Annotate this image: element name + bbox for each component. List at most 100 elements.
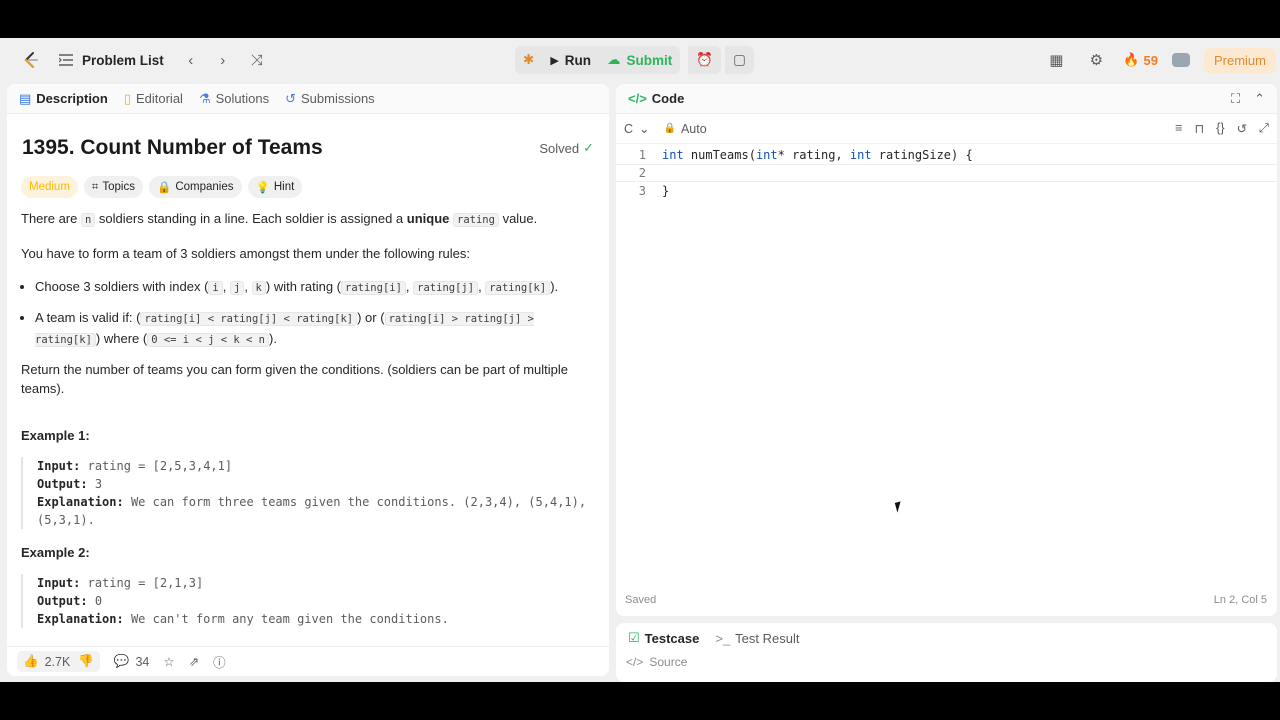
layout-icon[interactable]: ▦ bbox=[1043, 47, 1069, 73]
premium-button[interactable]: Premium bbox=[1203, 47, 1276, 73]
testcase-panel: ☑ Testcase >_ Test Result </> Source bbox=[616, 623, 1277, 682]
explanation-label: Explanation: bbox=[37, 612, 124, 626]
tab-submissions[interactable]: ↺ Submissions bbox=[285, 91, 375, 107]
text: ) or ( bbox=[357, 310, 385, 325]
collapse-icon[interactable]: ⌃ bbox=[1254, 91, 1265, 107]
line-number: 3 bbox=[638, 184, 646, 198]
inline-code: k bbox=[251, 281, 266, 295]
problem-description: There are n soldiers standing in a line.… bbox=[21, 209, 591, 642]
tab-testcase-label: Testcase bbox=[644, 630, 700, 646]
tab-code[interactable]: </> Code bbox=[628, 91, 684, 106]
shuffle-icon[interactable]: ⤨ bbox=[244, 47, 270, 73]
code-tabs: </> Code ⛶ ⌃ bbox=[616, 84, 1277, 114]
favorite-button[interactable]: ☆ bbox=[163, 654, 174, 669]
play-icon: ▶ bbox=[550, 54, 559, 67]
inline-code: rating[j] bbox=[413, 281, 479, 295]
share-button[interactable]: ⇗ bbox=[189, 654, 199, 669]
thumbs-up-icon: 👍 bbox=[23, 654, 39, 668]
bug-icon: ✱ bbox=[523, 52, 535, 67]
avatar[interactable] bbox=[1171, 53, 1190, 67]
debug-button[interactable]: ✱ bbox=[515, 46, 543, 74]
example-2-title: Example 2: bbox=[21, 545, 90, 560]
topics-tag[interactable]: ⌗ Topics bbox=[83, 176, 143, 198]
submit-button[interactable]: ☁ Submit bbox=[599, 46, 681, 74]
dislike-button[interactable]: 👎 bbox=[78, 654, 94, 669]
code-panel-controls: ⛶ ⌃ bbox=[1231, 91, 1265, 107]
leetcode-logo-icon[interactable] bbox=[18, 47, 44, 73]
editor-toolbar-left: C ⌄ 🔒 Auto bbox=[624, 121, 707, 137]
fullscreen-icon[interactable]: ⤢ bbox=[1259, 121, 1269, 136]
tab-editorial[interactable]: ▯ Editorial bbox=[124, 91, 183, 107]
inline-code: i bbox=[208, 281, 223, 295]
example-explanation: We can't form any team given the conditi… bbox=[130, 612, 449, 626]
streak-counter[interactable]: 🔥 59 bbox=[1123, 52, 1158, 68]
maximize-icon[interactable]: ⛶ bbox=[1231, 91, 1240, 107]
checkbox-icon: ☑ bbox=[628, 630, 640, 645]
app-window: Problem List ‹ › ⤨ ✱ ▶ Run ☁ Submit ⏰ ▢ … bbox=[0, 38, 1280, 682]
description-bottom-bar: 👍 2.7K 👎 💬 34 ☆ ⇗ ⓘ bbox=[7, 646, 609, 676]
help-button[interactable]: ⓘ bbox=[213, 652, 226, 671]
run-button[interactable]: ▶ Run bbox=[542, 46, 600, 74]
language-select[interactable]: C ⌄ bbox=[624, 121, 650, 137]
terminal-icon: >_ bbox=[715, 630, 731, 646]
share-icon: ⇗ bbox=[188, 655, 200, 669]
code-line: 2 bbox=[616, 164, 1277, 182]
gear-icon[interactable]: ⚙ bbox=[1083, 47, 1109, 73]
line-number: 1 bbox=[638, 148, 646, 162]
problem-list-button[interactable]: Problem List bbox=[58, 47, 164, 73]
problem-title[interactable]: 1395. Count Number of Teams bbox=[22, 136, 323, 160]
code-text: } bbox=[662, 184, 670, 198]
list-icon bbox=[58, 47, 74, 73]
like-dislike-group: 👍 2.7K 👎 bbox=[17, 651, 100, 672]
reset-icon[interactable]: ↺ bbox=[1237, 121, 1247, 136]
list-item: A team is valid if: (rating[i] < rating[… bbox=[35, 308, 591, 350]
note-icon: ▢ bbox=[733, 52, 746, 67]
braces-icon[interactable]: {} bbox=[1216, 121, 1224, 136]
run-submit-group: ✱ ▶ Run ☁ Submit ⏰ ▢ bbox=[515, 46, 754, 74]
companies-tag[interactable]: 🔒 Companies bbox=[149, 176, 242, 198]
bookmark-icon[interactable]: ⊓ bbox=[1194, 121, 1204, 136]
output-label: Output: bbox=[37, 477, 88, 491]
auto-mode[interactable]: 🔒 Auto bbox=[664, 122, 707, 136]
code-line: 1 int numTeams(int* rating, int ratingSi… bbox=[616, 146, 1277, 164]
code-text: int numTeams(int* rating, int ratingSize… bbox=[662, 148, 973, 162]
run-label: Run bbox=[564, 52, 592, 68]
description-paragraph-3: Return the number of teams you can form … bbox=[21, 362, 569, 396]
bold-text: unique bbox=[406, 211, 450, 226]
question-icon: ⓘ bbox=[213, 656, 226, 670]
text: ). bbox=[550, 279, 559, 294]
text: ) where ( bbox=[95, 331, 148, 346]
solved-status: Solved ✓ bbox=[539, 140, 594, 156]
source-label[interactable]: Source bbox=[649, 655, 687, 669]
tab-test-result-label: Test Result bbox=[735, 630, 800, 646]
problem-list-label: Problem List bbox=[82, 52, 164, 68]
code-editor[interactable]: 1 int numTeams(int* rating, int ratingSi… bbox=[616, 146, 1277, 200]
tab-test-result[interactable]: >_ Test Result bbox=[715, 631, 799, 646]
output-label: Output: bbox=[37, 594, 88, 608]
example-2-block: Input: rating = [2,1,3] Output: 0 Explan… bbox=[21, 574, 591, 628]
example-1-block: Input: rating = [2,5,3,4,1] Output: 3 Ex… bbox=[21, 457, 591, 529]
hint-tag[interactable]: 💡 Hint bbox=[247, 176, 303, 198]
tag-icon: ⌗ bbox=[91, 180, 99, 193]
input-label: Input: bbox=[37, 459, 81, 473]
comments-button[interactable]: 💬 34 bbox=[114, 654, 149, 669]
tab-solutions[interactable]: ⚗ Solutions bbox=[199, 91, 269, 107]
difficulty-badge: Medium bbox=[21, 176, 78, 198]
format-icon[interactable]: ≡ bbox=[1175, 121, 1182, 136]
chevron-left-icon[interactable]: ‹ bbox=[178, 47, 204, 73]
like-button[interactable]: 👍 2.7K bbox=[23, 654, 70, 669]
tab-description[interactable]: ▤ Description bbox=[19, 91, 108, 107]
input-label: Input: bbox=[37, 576, 81, 590]
text: soldiers standing in a line. Each soldie… bbox=[95, 211, 407, 226]
testcase-tabs: ☑ Testcase >_ Test Result bbox=[616, 623, 1277, 653]
chevron-right-icon[interactable]: › bbox=[210, 47, 236, 73]
fire-icon: 🔥 bbox=[1123, 52, 1140, 67]
rules-list: Choose 3 soldiers with index (i, j, k) w… bbox=[21, 277, 591, 350]
editor-toolbar-right: ≡ ⊓ {} ↺ ⤢ bbox=[1175, 121, 1269, 136]
notes-button[interactable]: ▢ bbox=[725, 46, 754, 74]
explanation-label: Explanation: bbox=[37, 495, 124, 509]
history-icon: ↺ bbox=[285, 90, 296, 106]
timer-button[interactable]: ⏰ bbox=[688, 46, 722, 74]
tab-testcase[interactable]: ☑ Testcase bbox=[628, 630, 699, 646]
code-line: 3 } bbox=[616, 182, 1277, 200]
